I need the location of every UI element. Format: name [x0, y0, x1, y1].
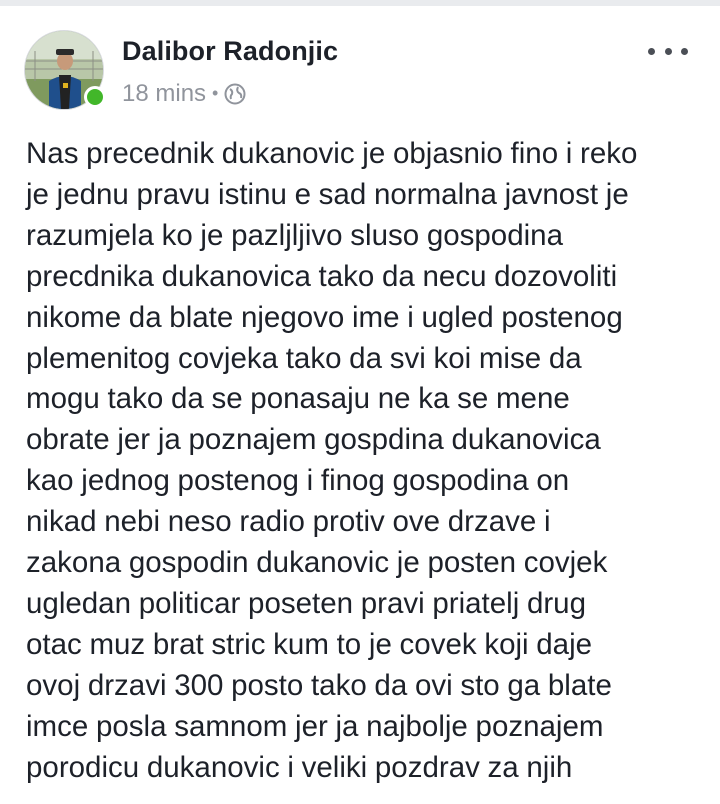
online-status-dot — [84, 86, 106, 108]
author-avatar[interactable] — [24, 30, 106, 110]
post-header: Dalibor Radonjic 18 mins • — [0, 6, 720, 116]
post-meta: 18 mins • — [122, 80, 246, 108]
globe-icon[interactable] — [224, 83, 246, 105]
author-name[interactable]: Dalibor Radonjic — [122, 36, 338, 67]
more-dot — [664, 47, 672, 55]
post-timestamp[interactable]: 18 mins — [122, 80, 206, 108]
post-text: Nas precednik dukanovic je objasnio fino… — [26, 137, 638, 784]
meta-separator: • — [212, 82, 219, 103]
more-dot — [648, 47, 655, 55]
more-dot — [681, 47, 688, 55]
more-options-icon[interactable] — [648, 36, 688, 66]
